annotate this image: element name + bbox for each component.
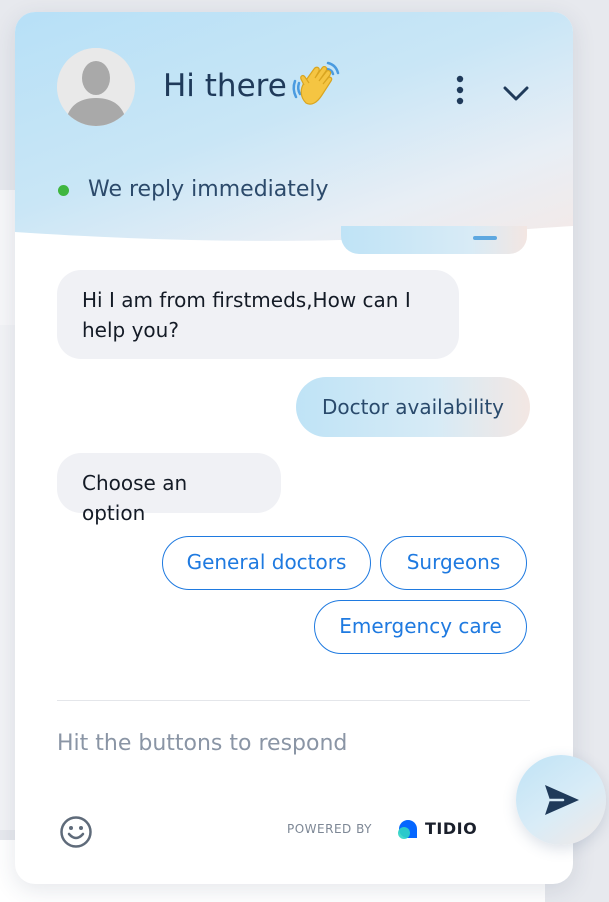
send-button[interactable] [516, 755, 606, 845]
chevron-down-icon [503, 86, 529, 101]
paper-plane-icon [545, 785, 579, 815]
message-input[interactable] [57, 731, 477, 756]
online-status-dot [58, 185, 69, 196]
waving-hand-icon [292, 61, 340, 105]
chat-header: Hi there We reply immediately [15, 12, 573, 252]
option-emergency-care-button[interactable]: Emergency care [314, 600, 527, 654]
collapse-button[interactable] [499, 80, 533, 106]
powered-by-label: POWERED BY [287, 822, 373, 836]
composer-divider [57, 700, 530, 701]
user-message: Doctor availability [296, 377, 530, 437]
status-text: We reply immediately [88, 177, 329, 202]
previous-message-bubble [341, 226, 527, 254]
avatar [57, 48, 135, 126]
option-surgeons-button[interactable]: Surgeons [380, 536, 527, 590]
bot-message: Choose an option [57, 453, 281, 525]
bot-message: Hi I am from firstmeds,How can I help yo… [57, 270, 459, 359]
tidio-logo-icon [398, 820, 417, 839]
chat-widget: Hi there We reply immediately Hi I am fr… [15, 12, 573, 884]
person-silhouette-icon [57, 48, 135, 126]
vertical-dots-icon [456, 75, 464, 105]
brand-name: TIDIO [425, 819, 478, 838]
option-general-doctors-button[interactable]: General doctors [162, 536, 371, 590]
chat-title: Hi there [163, 68, 287, 104]
menu-button[interactable] [447, 74, 473, 106]
smiley-face-icon [60, 816, 92, 848]
emoji-button[interactable] [59, 815, 93, 849]
